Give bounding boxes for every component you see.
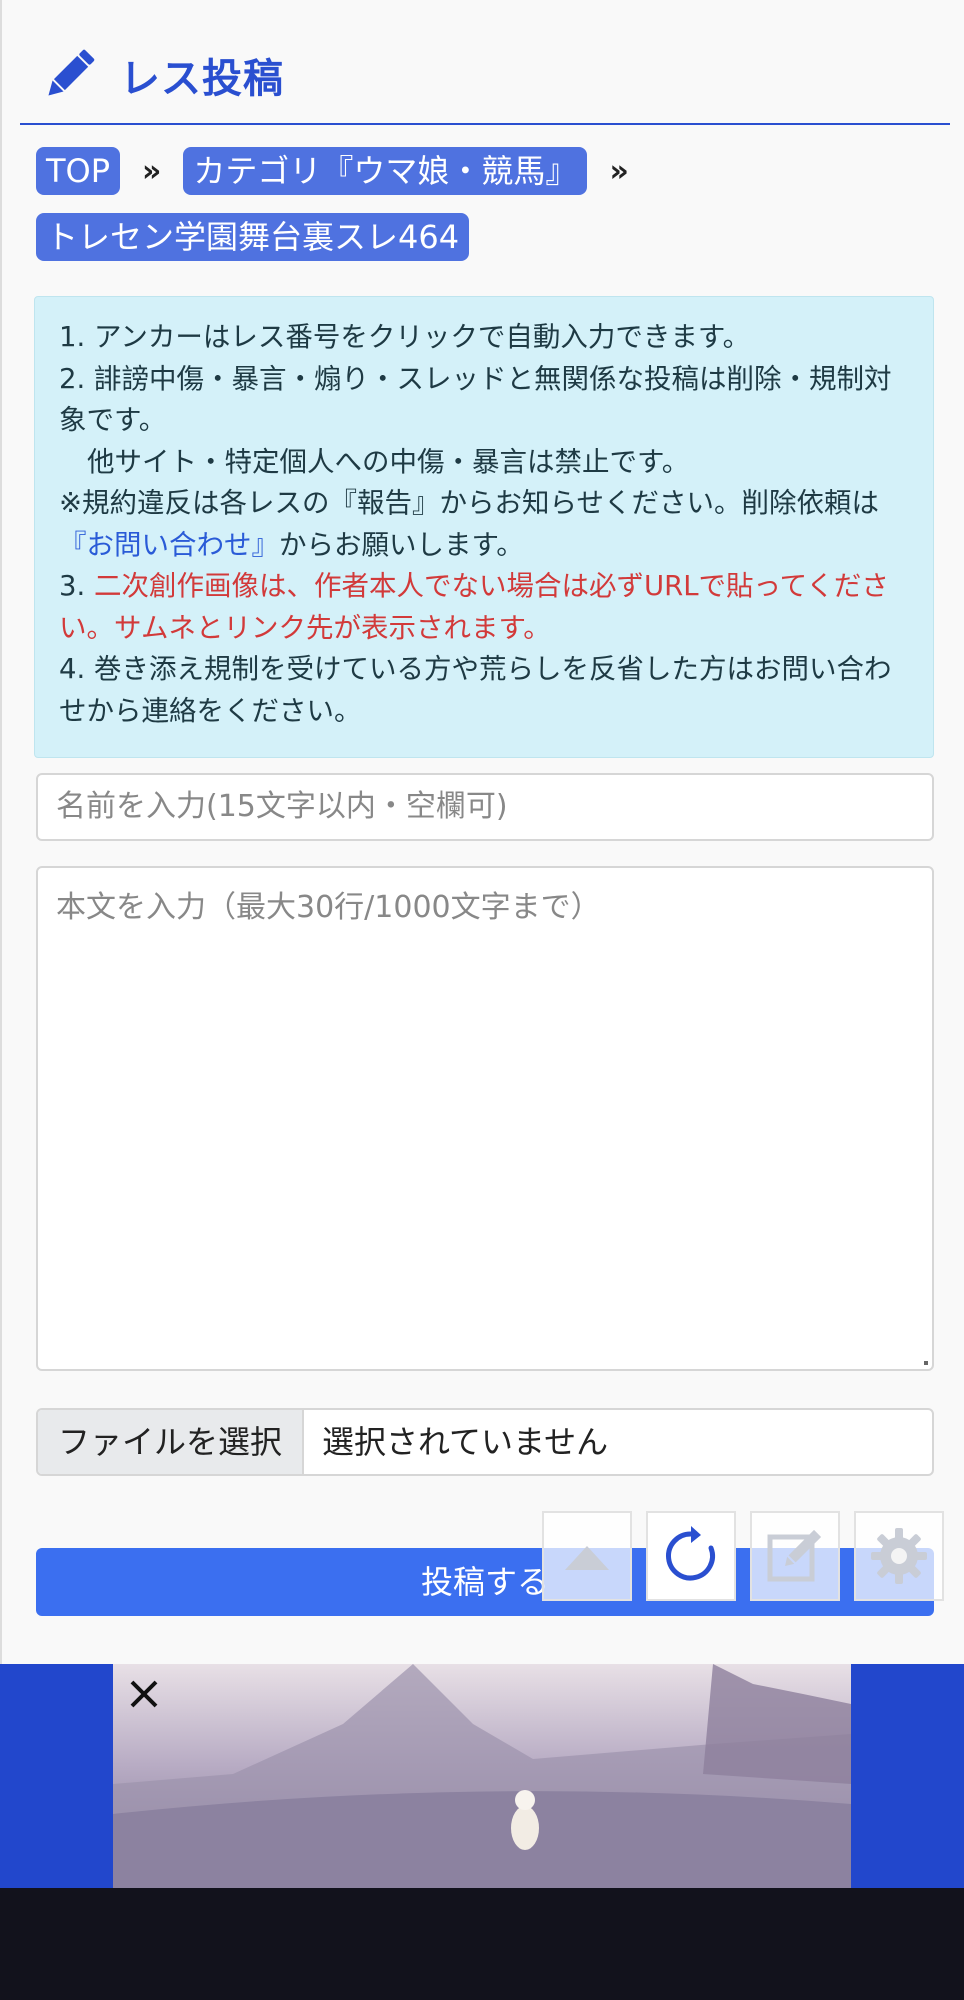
ad-banner[interactable] [0,1664,964,1888]
page-title: レス投稿 [120,56,284,102]
report-note: ※規約違反は各レスの『報告』からお知らせください。削除依頼は『お問い合わせ』から… [59,487,879,561]
file-input: ファイルを選択 選択されていません [36,1408,934,1476]
body-placeholder: 本文を入力（最大30行/1000文字まで） [56,890,601,925]
resize-handle[interactable] [924,1361,928,1365]
edit-icon [767,1529,822,1582]
pencil-icon [48,49,95,96]
page-header: レス投稿 [38,40,284,110]
rule-2: 2. 誹謗中傷・暴言・煽り・スレッドと無関係な投稿は削除・規制対象です。 [59,362,892,437]
rule-3-warning: 二次創作画像は、作者本人でない場合は必ずURLで貼ってください。サムネとリンク先… [59,570,889,644]
reload-icon [666,1526,715,1581]
rule-2-note: 他サイト・特定個人への中傷・暴言は禁止です。 [87,445,690,478]
reload-button[interactable] [646,1511,736,1601]
choose-file-button[interactable]: ファイルを選択 [38,1410,304,1474]
edit-button[interactable] [750,1511,840,1601]
rule-3: 3. 二次創作画像は、作者本人でない場合は必ずURLで貼ってください。サムネとリ… [59,570,889,644]
body-textarea[interactable]: 本文を入力（最大30行/1000文字まで） [36,866,934,1371]
rule-1: 1. アンカーはレス番号をクリックで自動入力できます。 [59,321,751,353]
ad-image[interactable] [113,1664,851,1888]
posting-rules-notice: 1. アンカーはレス番号をクリックで自動入力できます。 2. 誹謗中傷・暴言・煽… [34,296,934,758]
breadcrumb-separator: » [609,153,629,189]
settings-icon [871,1528,927,1584]
scroll-top-button[interactable] [542,1511,632,1601]
name-input[interactable]: 名前を入力(15文字以内・空欄可) [36,773,934,841]
scroll-top-icon [565,1546,609,1570]
breadcrumb-separator: » [142,153,162,189]
breadcrumb: TOP » カテゴリ『ウマ娘・競馬』 » トレセン学園舞台裏スレ464 [36,146,936,278]
breadcrumb-thread[interactable]: トレセン学園舞台裏スレ464 [36,213,470,261]
system-bottom-bar [0,1888,964,2000]
page: レス投稿 TOP » カテゴリ『ウマ娘・競馬』 » トレセン学園舞台裏スレ464… [0,0,964,1664]
contact-link[interactable]: 『お問い合わせ』 [59,529,279,561]
file-status: 選択されていません [322,1423,609,1461]
header-divider [20,123,950,125]
close-icon[interactable] [126,1676,162,1712]
breadcrumb-top[interactable]: TOP [36,147,121,195]
breadcrumb-category[interactable]: カテゴリ『ウマ娘・競馬』 [183,147,588,195]
settings-button[interactable] [854,1511,944,1601]
rule-4: 4. 巻き添え規制を受けている方や荒らしを反省した方はお問い合わせから連絡をくだ… [59,653,892,727]
